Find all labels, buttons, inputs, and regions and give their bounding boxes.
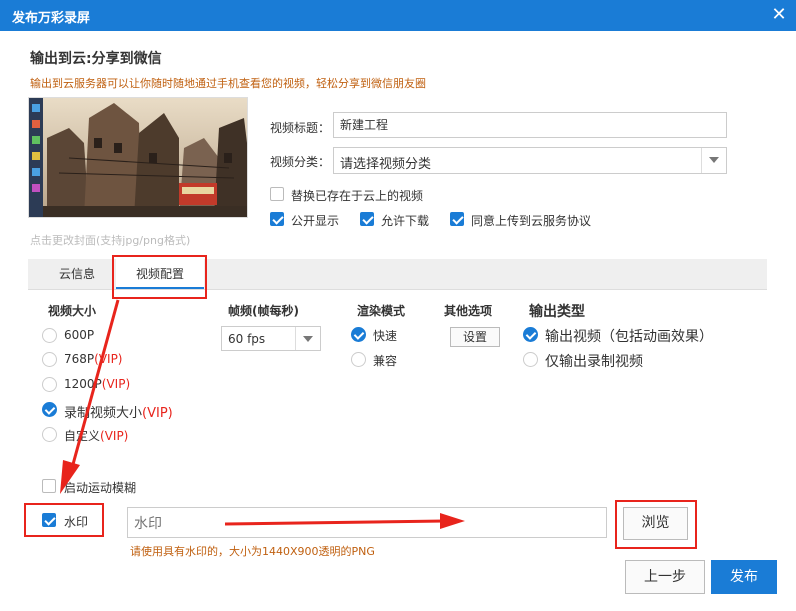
annotation-arrow-right [224,513,465,529]
annotation-arrows [60,299,465,529]
annotation-arrow-down [60,299,120,494]
